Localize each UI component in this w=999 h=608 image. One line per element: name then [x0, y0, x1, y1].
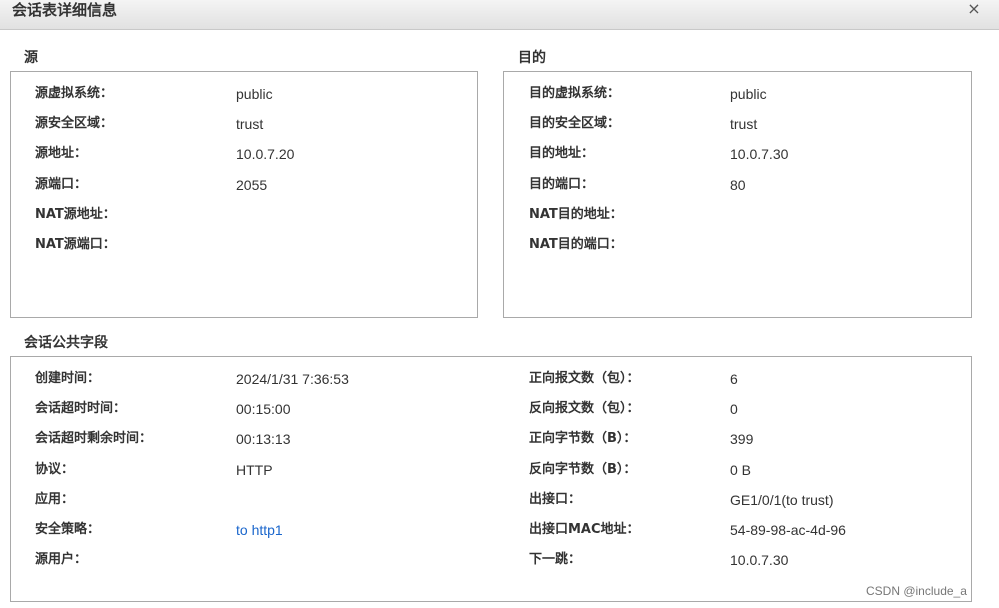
close-icon[interactable]: ×: [962, 0, 986, 20]
field-value: 6: [730, 371, 738, 387]
field-label: 会话超时剩余时间：: [35, 431, 153, 446]
field-label: 下一跳：: [529, 552, 582, 567]
destination-heading: 目的: [518, 50, 546, 66]
field-label: NAT源地址：: [35, 207, 116, 222]
field-value: 0 B: [730, 462, 752, 478]
field-value: GE1/0/1(to trust): [730, 492, 834, 508]
field-label: 反向字节数（B）：: [529, 462, 637, 477]
field-label: 源安全区域：: [35, 116, 114, 131]
field-value: 0: [730, 401, 738, 417]
field-value: HTTP: [236, 462, 273, 478]
security-policy-link[interactable]: to http1: [236, 520, 283, 540]
dialog-titlebar: 会话表详细信息 ×: [0, 0, 999, 30]
field-value: 10.0.7.20: [236, 146, 295, 162]
field-value: trust: [236, 116, 264, 132]
field-value: 2055: [236, 177, 268, 193]
common-heading: 会话公共字段: [24, 335, 108, 351]
field-value: 80: [730, 177, 746, 193]
field-value: 00:15:00: [236, 401, 291, 417]
field-label: 正向字节数（B）：: [529, 431, 637, 446]
field-label: 会话超时时间：: [35, 401, 127, 416]
field-label: NAT目的地址：: [529, 207, 623, 222]
field-label: NAT目的端口：: [529, 237, 623, 252]
field-label: 目的虚拟系统：: [529, 86, 621, 101]
field-label: 源端口：: [35, 177, 88, 192]
field-value: 00:13:13: [236, 431, 291, 447]
source-heading: 源: [24, 50, 38, 66]
field-label: 出接口：: [529, 492, 582, 507]
destination-panel: 目的虚拟系统： public 目的安全区域： trust 目的地址： 10.0.…: [503, 71, 972, 318]
field-label: 应用：: [35, 492, 75, 507]
field-value: 2024/1/31 7:36:53: [236, 371, 349, 387]
csdn-watermark: CSDN @include_a: [866, 584, 967, 598]
source-panel: 源虚拟系统： public 源安全区域： trust 源地址： 10.0.7.2…: [10, 71, 478, 318]
field-label: 源虚拟系统：: [35, 86, 114, 101]
field-value: public: [236, 86, 273, 102]
field-value: 54-89-98-ac-4d-96: [730, 522, 846, 538]
field-label: 安全策略：: [35, 522, 101, 537]
field-value: 10.0.7.30: [730, 146, 789, 162]
field-value: public: [730, 86, 767, 102]
field-label: 目的地址：: [529, 146, 595, 161]
field-label: 协议：: [35, 462, 75, 477]
field-label: 源用户：: [35, 552, 88, 567]
field-label: 目的端口：: [529, 177, 595, 192]
field-label: 反向报文数（包）：: [529, 401, 640, 416]
field-label: 源地址：: [35, 146, 88, 161]
field-label: 正向报文数（包）：: [529, 371, 640, 386]
field-label: 目的安全区域：: [529, 116, 621, 131]
field-label: 创建时间：: [35, 371, 101, 386]
field-label: NAT源端口：: [35, 237, 116, 252]
dialog-title: 会话表详细信息: [12, 1, 118, 19]
field-value: 10.0.7.30: [730, 552, 789, 568]
field-label: 出接口MAC地址：: [529, 522, 640, 537]
field-value: 399: [730, 431, 754, 447]
field-value: trust: [730, 116, 758, 132]
common-panel: 创建时间： 2024/1/31 7:36:53 会话超时时间： 00:15:00…: [10, 356, 972, 602]
